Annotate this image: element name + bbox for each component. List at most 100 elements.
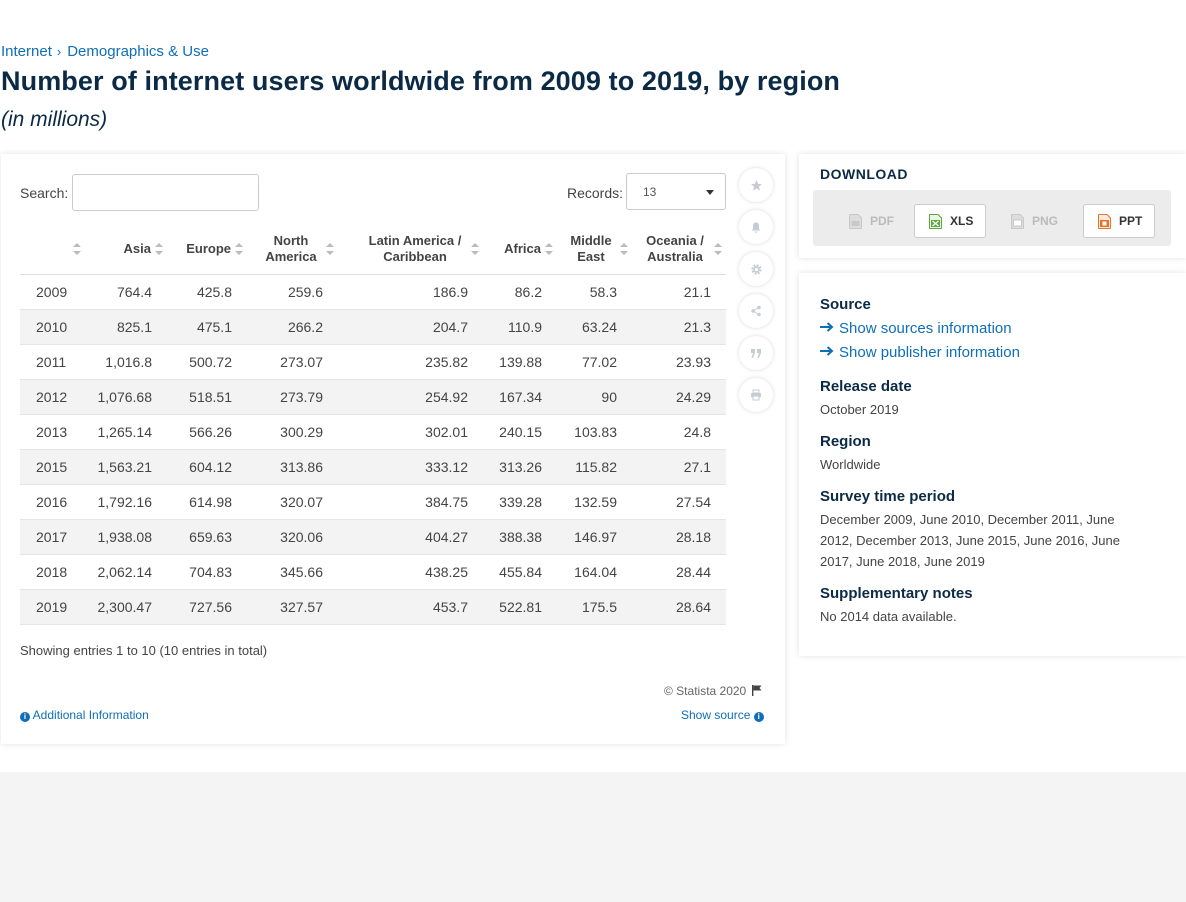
png-file-icon [1011,213,1024,229]
table-cell: 566.26 [167,414,247,450]
survey-period-heading: Survey time period [820,488,956,505]
table-cell: 604.12 [167,449,247,485]
sort-icon [155,242,163,255]
statistic-table-panel: Search: Records: 13 Asia Europe North Am… [1,154,785,744]
records-value: 13 [643,185,657,199]
show-publisher-link[interactable]: Show publisher information [820,344,1020,361]
table-cell: 313.26 [483,449,557,485]
survey-period-value: December 2009, June 2010, December 2011,… [820,512,1120,569]
search-input[interactable] [72,174,259,211]
table-row: 2010 825.1 475.1 266.2 204.7 110.9 63.24 21.3 [20,309,726,345]
supplementary-notes-value: No 2014 data available. [820,609,957,624]
favorite-button[interactable] [739,168,773,202]
table-cell: 327.57 [247,589,338,625]
tool-sidebar [739,168,773,420]
table-cell: 825.1 [85,309,167,345]
table-cell: 522.81 [483,589,557,625]
table-cell: 704.83 [167,554,247,590]
xls-file-icon [929,213,942,229]
table-row: 2015 1,563.21 604.12 313.86 333.12 313.26 115.… [20,449,726,485]
sort-icon [326,242,334,255]
table-cell: 28.18 [632,519,726,555]
table-cell: 63.24 [557,309,632,345]
table-cell: 115.82 [557,449,632,485]
table-row: 2016 1,792.16 614.98 320.07 384.75 339.28 132.… [20,484,726,520]
table-cell: 240.15 [483,414,557,450]
bell-icon [751,222,761,233]
table-cell: 313.86 [247,449,338,485]
table-cell: 235.82 [338,344,483,380]
column-header-europe[interactable]: Europe [167,224,247,275]
share-button[interactable] [739,294,773,328]
info-icon: i [753,712,764,722]
copyright: © Statista 2020 [664,684,762,698]
table-cell: 384.75 [338,484,483,520]
download-ppt-button[interactable]: PPT [1083,204,1155,238]
show-source-link[interactable]: Show source i [681,708,764,722]
column-header-asia[interactable]: Asia [85,224,167,275]
table-cell-year: 2009 [20,274,85,310]
print-button[interactable] [739,378,773,412]
table-cell-year: 2013 [20,414,85,450]
table-cell: 110.9 [483,309,557,345]
table-cell: 204.7 [338,309,483,345]
table-cell: 28.44 [632,554,726,590]
column-header-year[interactable] [20,224,85,275]
table-cell: 764.4 [85,274,167,310]
breadcrumb-link-demographics[interactable]: Demographics & Use [67,43,209,60]
records-select[interactable]: 13 [626,173,726,210]
table-cell: 23.93 [632,344,726,380]
table-cell: 175.5 [557,589,632,625]
table-cell: 500.72 [167,344,247,380]
table-cell: 90 [557,379,632,415]
download-xls-button[interactable]: XLS [914,204,986,238]
notification-button[interactable] [739,210,773,244]
table-cell: 86.2 [483,274,557,310]
table-cell: 21.1 [632,274,726,310]
column-header-north-america[interactable]: North America [247,224,338,275]
flag-icon[interactable] [752,685,762,696]
sort-icon [545,242,553,255]
table-cell: 727.56 [167,589,247,625]
table-cell: 404.27 [338,519,483,555]
region-value: Worldwide [820,457,881,472]
table-cell: 1,563.21 [85,449,167,485]
breadcrumb-link-internet[interactable]: Internet [1,43,52,60]
table-cell-year: 2010 [20,309,85,345]
table-cell: 186.9 [338,274,483,310]
column-header-africa[interactable]: Africa [483,224,557,275]
breadcrumb-separator: › [56,44,62,59]
records-label: Records: [567,185,624,201]
sort-icon [714,242,722,255]
table-cell: 254.92 [338,379,483,415]
table-cell: 266.2 [247,309,338,345]
cite-button[interactable] [739,336,773,370]
table-cell: 455.84 [483,554,557,590]
download-pdf-button[interactable]: PDF [835,204,907,238]
arrow-right-icon [820,322,834,332]
table-row: 2018 2,062.14 704.83 345.66 438.25 455.84 164.… [20,554,726,590]
page-subtitle: (in millions) [1,108,108,131]
sort-icon [471,242,479,255]
download-panel: DOWNLOAD PDF XLS PNG PPT [799,154,1186,258]
download-png-button[interactable]: PNG [997,204,1069,238]
settings-button[interactable] [739,252,773,286]
breadcrumb: Internet › Demographics & Use [1,43,209,60]
release-date-value: October 2019 [820,402,899,417]
table-cell: 27.1 [632,449,726,485]
ppt-file-icon [1098,213,1111,229]
table-row: 2019 2,300.47 727.56 327.57 453.7 522.81 175.5… [20,589,726,625]
table-cell: 27.54 [632,484,726,520]
column-header-latin-america[interactable]: Latin America / Caribbean [338,224,483,275]
show-sources-link[interactable]: Show sources information [820,320,1012,337]
column-header-middle-east[interactable]: Middle East [557,224,632,275]
table-cell-year: 2018 [20,554,85,590]
column-header-oceania[interactable]: Oceania / Australia [632,224,726,275]
table-cell: 425.8 [167,274,247,310]
info-icon: i [20,712,30,722]
additional-information-link[interactable]: i Additional Information [20,708,149,722]
table-cell: 273.79 [247,379,338,415]
table-cell: 2,300.47 [85,589,167,625]
table-cell: 659.63 [167,519,247,555]
table-cell: 77.02 [557,344,632,380]
